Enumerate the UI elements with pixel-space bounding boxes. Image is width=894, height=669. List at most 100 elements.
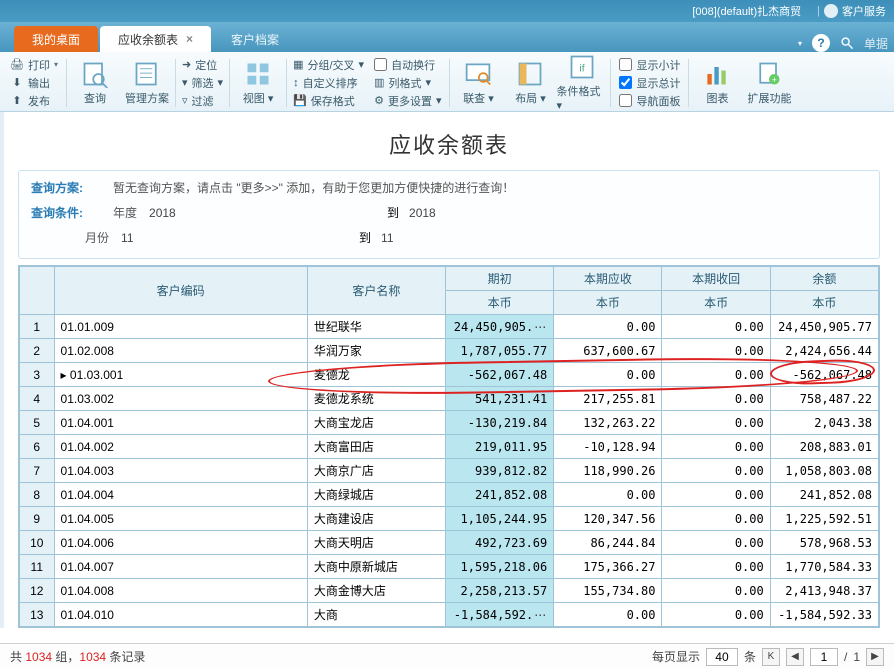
data-grid[interactable]: 客户编码 客户名称 期初 本期应收 本期收回 余额 本币 本币 本币 本币 10… xyxy=(18,265,880,628)
cell-qichu: -562,067.48 xyxy=(446,363,554,387)
service-label: 客户服务 xyxy=(842,3,886,19)
db-info: [008](default)扎杰商贸 xyxy=(692,3,801,19)
gear-icon: ⚙ xyxy=(374,94,384,107)
cond-format-button[interactable]: if 条件格式 ▾ xyxy=(556,53,608,112)
help-icon[interactable]: ? xyxy=(812,34,830,52)
page-number-input[interactable] xyxy=(810,648,838,666)
year-to-label: 到 xyxy=(369,204,399,221)
cell-yue: 1,058,803.08 xyxy=(770,459,878,483)
col-code[interactable]: 客户编码 xyxy=(54,267,307,315)
cell-qichu: 939,812.82 xyxy=(446,459,554,483)
nav-pane-checkbox[interactable]: 导航面板 xyxy=(619,93,680,109)
next-page-button[interactable]: ▶ xyxy=(866,648,884,666)
year-from[interactable]: 2018 xyxy=(149,206,209,220)
chart-button[interactable]: 图表 xyxy=(691,60,743,106)
col-format-button[interactable]: ▥列格式▾ xyxy=(374,75,441,91)
cell-yue: 241,852.08 xyxy=(770,483,878,507)
manage-plan-button[interactable]: 管理方案 xyxy=(121,60,173,106)
table-row[interactable]: 401.03.002麦德龙系统541,231.41217,255.810.007… xyxy=(20,387,879,411)
prev-page-button[interactable]: ◀ xyxy=(786,648,804,666)
row-number: 13 xyxy=(20,603,55,627)
clear-filter-button[interactable]: ▿过滤 xyxy=(182,93,223,109)
lookup-icon xyxy=(464,60,492,88)
table-row[interactable]: 601.04.002大商富田店219,011.95-10,128.940.002… xyxy=(20,435,879,459)
col-yue[interactable]: 余额 xyxy=(770,267,878,291)
cell-ys: 0.00 xyxy=(554,603,662,627)
print-button[interactable]: 🖨打印▾ xyxy=(10,57,58,73)
table-row[interactable]: 201.02.008华润万家1,787,055.77637,600.670.00… xyxy=(20,339,879,363)
export-button[interactable]: ⬇输出 xyxy=(10,75,58,91)
close-icon[interactable]: × xyxy=(186,32,193,46)
cell-qichu: 541,231.41 xyxy=(446,387,554,411)
custom-sort-button[interactable]: ↕自定义排序 xyxy=(293,75,364,91)
status-bar: 共 1034 组，1034 条记录 每页显示 条 K ◀ / 1 ▶ xyxy=(0,643,894,669)
cell-sh: 0.00 xyxy=(662,435,770,459)
table-row[interactable]: 701.04.003大商京广店939,812.82118,990.260.001… xyxy=(20,459,879,483)
page-display-label: 每页显示 xyxy=(652,648,700,665)
year-to[interactable]: 2018 xyxy=(409,206,469,220)
locate-button[interactable]: ➜定位 xyxy=(182,57,223,73)
funnel-icon: ▾ xyxy=(182,76,188,89)
table-row[interactable]: 3▸ 01.03.001麦德龙-562,067.480.000.00-562,0… xyxy=(20,363,879,387)
table-row[interactable]: 801.04.004大商绿城店241,852.080.000.00241,852… xyxy=(20,483,879,507)
cell-yue: 24,450,905.77 xyxy=(770,315,878,339)
service-icon xyxy=(824,4,838,18)
cell-qichu: 219,011.95 xyxy=(446,435,554,459)
table-row[interactable]: 501.04.001大商宝龙店-130,219.84132,263.220.00… xyxy=(20,411,879,435)
query-plan-label: 查询方案: xyxy=(31,179,83,196)
page-size-input[interactable] xyxy=(706,648,738,666)
table-row[interactable]: 1201.04.008大商金博大店2,258,213.57155,734.800… xyxy=(20,579,879,603)
table-row[interactable]: 1301.04.010大商-1,584,592.⋯0.000.00-1,584,… xyxy=(20,603,879,627)
tabs-menu-icon[interactable]: ▾ xyxy=(798,39,802,48)
filter-button[interactable]: ▾筛选▾ xyxy=(182,75,223,91)
tab-customer[interactable]: 客户档案 xyxy=(213,26,297,52)
save-icon: 💾 xyxy=(293,94,307,107)
cell-code: 01.01.009 xyxy=(54,315,307,339)
table-row[interactable]: 1101.04.007大商中原新城店1,595,218.06175,366.27… xyxy=(20,555,879,579)
auto-wrap-checkbox[interactable]: 自动换行 xyxy=(374,57,441,73)
month-from[interactable]: 11 xyxy=(121,231,181,245)
publish-button[interactable]: ⬆发布 xyxy=(10,93,58,109)
publish-icon: ⬆ xyxy=(10,94,24,108)
cell-qichu: 24,450,905.⋯ xyxy=(446,315,554,339)
cell-sh: 0.00 xyxy=(662,603,770,627)
cell-yue: 2,424,656.44 xyxy=(770,339,878,363)
col-benqi-ys[interactable]: 本期应收 xyxy=(554,267,662,291)
row-number: 2 xyxy=(20,339,55,363)
group-cross-button[interactable]: ▦分组/交叉▾ xyxy=(293,57,364,73)
layout-button[interactable]: 布局 ▾ xyxy=(504,60,556,106)
save-layout-button[interactable]: 💾保存格式 xyxy=(293,93,364,109)
column-icon: ▥ xyxy=(374,76,384,89)
query-button[interactable]: 查询 xyxy=(69,60,121,106)
cell-code: 01.04.005 xyxy=(54,507,307,531)
query-icon xyxy=(81,60,109,88)
row-number: 12 xyxy=(20,579,55,603)
month-to[interactable]: 11 xyxy=(381,231,441,245)
cell-sh: 0.00 xyxy=(662,483,770,507)
sort-icon: ↕ xyxy=(293,77,299,89)
show-total-checkbox[interactable]: 显示总计 xyxy=(619,75,680,91)
table-row[interactable]: 1001.04.006大商天明店492,723.6986,244.840.005… xyxy=(20,531,879,555)
lookup-button[interactable]: 联查 ▾ xyxy=(452,60,504,106)
cell-ys: 155,734.80 xyxy=(554,579,662,603)
view-button[interactable]: 视图 ▾ xyxy=(232,60,284,106)
col-qichu[interactable]: 期初 xyxy=(446,267,554,291)
tab-home[interactable]: 我的桌面 xyxy=(14,26,98,52)
col-benqi-sh[interactable]: 本期收回 xyxy=(662,267,770,291)
record-count: 1034 xyxy=(79,650,106,664)
table-row[interactable]: 901.04.005大商建设店1,105,244.95120,347.560.0… xyxy=(20,507,879,531)
extend-button[interactable]: + 扩展功能 xyxy=(743,60,795,106)
search-icon[interactable] xyxy=(840,36,854,50)
more-settings-button[interactable]: ⚙更多设置▾ xyxy=(374,93,441,109)
col-name[interactable]: 客户名称 xyxy=(307,267,445,315)
tab-ar-balance[interactable]: 应收余额表× xyxy=(100,26,211,52)
row-number: 5 xyxy=(20,411,55,435)
cell-name: 世纪联华 xyxy=(307,315,445,339)
table-row[interactable]: 101.01.009世纪联华24,450,905.⋯0.000.0024,450… xyxy=(20,315,879,339)
cell-sh: 0.00 xyxy=(662,531,770,555)
chart-icon xyxy=(703,60,731,88)
report-title: 应收余额表 xyxy=(18,112,880,170)
cell-ys: 0.00 xyxy=(554,483,662,507)
show-subtotal-checkbox[interactable]: 显示小计 xyxy=(619,57,680,73)
first-page-button[interactable]: K xyxy=(762,648,780,666)
